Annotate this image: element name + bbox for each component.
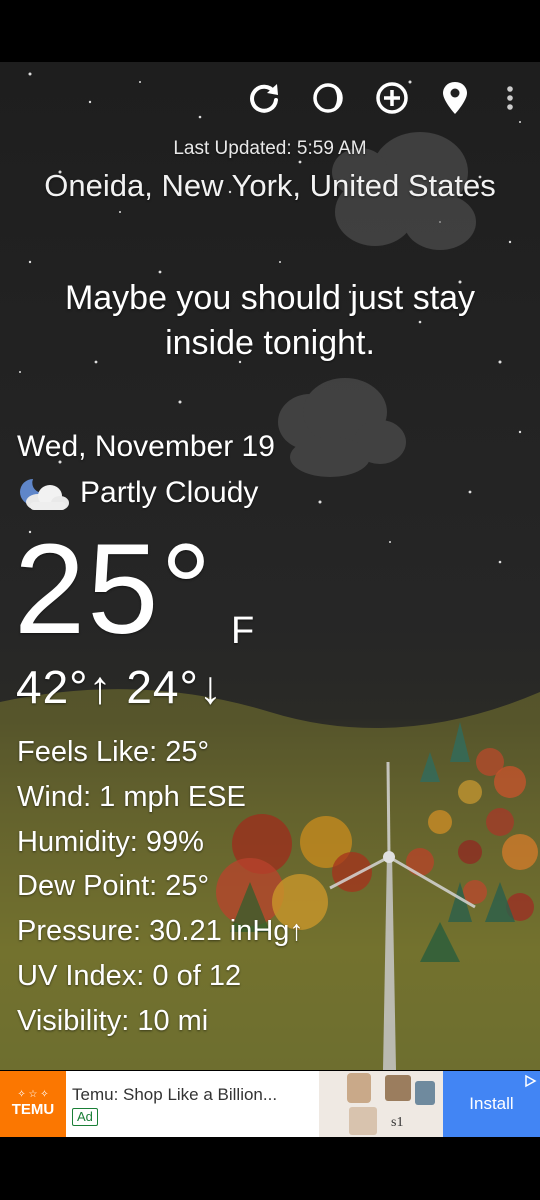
condition-text: Partly Cloudy [80,476,259,509]
wind-row: Wind: 1 mph ESE [17,781,246,813]
temu-logo-mark: ✧ ☆ ✧ [17,1089,49,1100]
refresh-button[interactable] [243,76,287,120]
current-temperature: 25° [14,518,214,661]
location-pin-icon [443,82,467,114]
visibility-row: Visibility: 10 mi [17,1005,209,1037]
product-caption: s1 [391,1115,404,1130]
ad-title[interactable]: Temu: Shop Like a Billion... [72,1085,314,1105]
uv-index-row: UV Index: 0 of 12 [17,960,242,992]
weather-tagline: Maybe you should just stay inside tonigh… [64,279,476,362]
partly-cloudy-night-icon [20,479,69,510]
add-location-button[interactable] [370,76,414,120]
location-name[interactable]: Oneida, New York, United States [0,168,540,204]
last-updated-label: Last Updated: 5:59 AM [173,138,367,159]
ad-banner[interactable]: ✧ ☆ ✧ TEMU Temu: Shop Like a Billion... … [0,1071,540,1137]
product-photo [347,1073,435,1135]
feels-like-row: Feels Like: 25° [17,736,210,768]
ad-product-image[interactable]: s1 [319,1071,443,1137]
location-pin-button[interactable] [433,76,477,120]
current-date: Wed, November 19 [17,430,275,463]
temu-logo[interactable]: ✧ ☆ ✧ TEMU [0,1071,66,1137]
pressure-row: Pressure: 30.21 inHg↑ [17,915,304,947]
status-bar [0,0,540,62]
navigation-bar [0,1137,540,1200]
refresh-icon [250,84,278,113]
humidity-row: Humidity: 99% [17,826,204,858]
ad-badge: Ad [72,1108,98,1126]
ad-choices-icon[interactable] [523,1074,537,1088]
ad-brand: TEMU [11,1101,55,1118]
moon-phase-button[interactable] [306,76,350,120]
overflow-menu-icon [507,86,513,110]
add-location-icon [376,82,408,114]
overflow-menu-button[interactable] [490,76,530,120]
high-low-temperature: 42°↑ 24°↓ [16,661,223,713]
dew-point-row: Dew Point: 25° [17,870,210,902]
temperature-unit[interactable]: F [231,610,254,653]
moon-phase-icon [313,83,343,113]
